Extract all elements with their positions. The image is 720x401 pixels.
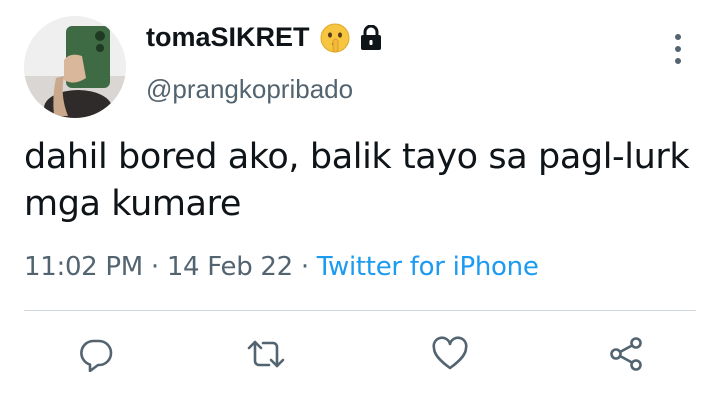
share-icon [610, 337, 642, 371]
display-name-row[interactable]: tomaSIKRET [146, 22, 382, 53]
action-bar [0, 326, 720, 382]
tweet-text: dahil bored ako, balik tayo sa pagl-lurk… [24, 137, 690, 224]
more-options-icon[interactable] [666, 34, 690, 64]
tweet-date: 14 Feb 22 [166, 252, 293, 282]
tweet-meta: 11:02 PM · 14 Feb 22 · Twitter for iPhon… [24, 252, 539, 282]
like-icon [432, 336, 468, 370]
divider [24, 310, 696, 311]
reply-icon [80, 339, 113, 372]
share-button[interactable] [602, 330, 650, 378]
meta-separator: · [150, 252, 167, 282]
like-button[interactable] [426, 330, 474, 378]
user-handle[interactable]: @prangkopribado [146, 74, 353, 105]
reply-button[interactable] [72, 330, 120, 378]
display-name[interactable]: tomaSIKRET [146, 22, 310, 53]
tweet-source-link[interactable]: Twitter for iPhone [317, 252, 539, 282]
shushing-face-icon [320, 23, 350, 53]
avatar-photo [24, 16, 126, 118]
avatar[interactable] [24, 16, 126, 118]
lock-icon [360, 24, 382, 51]
tweet: tomaSIKRET @prangkopribado dahil bored a… [0, 0, 720, 401]
tweet-time: 11:02 PM [24, 252, 143, 282]
retweet-button[interactable] [242, 330, 290, 378]
meta-separator: · [300, 252, 317, 282]
retweet-icon [247, 340, 285, 368]
